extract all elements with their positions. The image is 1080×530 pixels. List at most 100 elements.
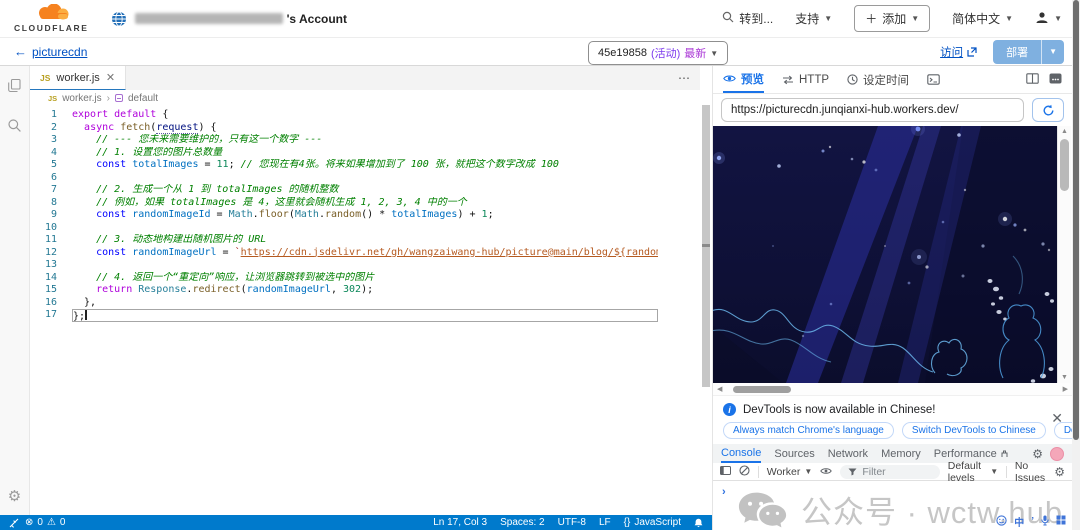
splitter-handle[interactable]: [702, 244, 710, 247]
code-line[interactable]: 4 // 1. 设置您的图片总数量: [30, 147, 700, 160]
scroll-down-icon[interactable]: ▼: [1058, 374, 1071, 381]
tab-preview[interactable]: 预览: [723, 66, 764, 93]
line-content: // 4. 返回一个“重定向”响应，让浏览器跳转到被选中的图片: [72, 272, 658, 285]
account-title: 's Account: [287, 12, 347, 26]
ime-punctuation-icon[interactable]: ’: [1031, 516, 1034, 527]
code-line[interactable]: 9 const randomImageId = Math.floor(Math.…: [30, 209, 700, 222]
switch-chinese-button[interactable]: Switch DevTools to Chinese: [902, 422, 1046, 439]
code-line[interactable]: 2 async fetch(request) {: [30, 122, 700, 135]
console-filter-input[interactable]: Filter: [840, 465, 939, 479]
ime-keyboard-icon[interactable]: [1056, 515, 1066, 528]
cloudflare-cloud-icon: [28, 4, 74, 25]
scroll-right-icon[interactable]: ▶: [1059, 385, 1072, 393]
version-dropdown[interactable]: 45e19858 (活动) 最新 ▼: [588, 41, 728, 65]
cloudflare-logo[interactable]: CLOUDFLARE: [14, 4, 89, 33]
log-levels-selector[interactable]: Default levels▼: [948, 460, 998, 484]
indentation[interactable]: Spaces: 2: [500, 517, 544, 528]
visit-link[interactable]: 访问: [940, 44, 977, 60]
devtools-settings-icon[interactable]: ⚙: [1032, 447, 1043, 461]
clear-console-icon[interactable]: [739, 465, 750, 479]
notifications-bell-icon[interactable]: [694, 518, 703, 528]
code-area[interactable]: 1export default {2 async fetch(request) …: [30, 106, 700, 515]
preview-vertical-scrollbar[interactable]: ▲ ▼: [1057, 126, 1071, 383]
support-menu[interactable]: 支持▼: [795, 10, 832, 27]
back-arrow-icon[interactable]: ←: [14, 44, 27, 59]
editor-breadcrumb[interactable]: JS worker.js › default: [30, 90, 700, 106]
code-line[interactable]: 6: [30, 172, 700, 185]
issues-counter[interactable]: No Issues: [1015, 460, 1046, 484]
window-scrollbar[interactable]: [1072, 0, 1080, 530]
code-line[interactable]: 3 // --- 您未来需要维护的，只有这一个数字 ---: [30, 134, 700, 147]
line-content: [72, 172, 658, 185]
search-icon[interactable]: [7, 118, 22, 138]
tab-console[interactable]: Console: [721, 444, 761, 463]
problems-indicator[interactable]: ⊗0 ⚠0: [25, 517, 65, 528]
preview-url-input[interactable]: [721, 98, 1024, 122]
line-number: 8: [30, 197, 72, 210]
devtools-drawer-icon[interactable]: [1049, 73, 1062, 87]
code-line[interactable]: 16 },: [30, 297, 700, 310]
refresh-icon: [1042, 104, 1055, 117]
remote-connection-icon[interactable]: [9, 518, 19, 528]
vertical-scroll-thumb[interactable]: [1060, 139, 1069, 191]
code-line[interactable]: 8 // 例如，如果 totalImages 是 4，这里就会随机生成 1, 2…: [30, 197, 700, 210]
avatar[interactable]: [1050, 447, 1064, 461]
close-icon[interactable]: ✕: [1051, 410, 1063, 427]
filter-funnel-icon: [848, 468, 857, 476]
scroll-up-icon[interactable]: ▲: [1058, 128, 1071, 135]
ime-emoji-icon[interactable]: [996, 515, 1007, 529]
code-line[interactable]: 12 const randomImageUrl = `https://cdn.j…: [30, 247, 700, 260]
add-button[interactable]: ＋添加▼: [854, 5, 930, 32]
close-icon[interactable]: ✕: [106, 71, 115, 84]
split-view-icon[interactable]: [1026, 73, 1039, 87]
user-menu[interactable]: ▼: [1035, 11, 1062, 27]
panel-splitter[interactable]: [700, 66, 712, 515]
version-latest-badge: 最新: [684, 45, 706, 61]
code-line[interactable]: 11 // 3. 动态地构建出随机图片的 URL: [30, 234, 700, 247]
scroll-left-icon[interactable]: ◀: [713, 385, 726, 393]
goto-search[interactable]: 转到...: [722, 10, 773, 27]
code-line[interactable]: 10: [30, 222, 700, 235]
tab-network[interactable]: Network: [828, 444, 868, 463]
match-language-button[interactable]: Always match Chrome's language: [723, 422, 894, 439]
horizontal-scroll-thumb[interactable]: [733, 386, 791, 393]
tab-schedule[interactable]: 设定时间: [847, 66, 909, 93]
code-line[interactable]: 17};: [30, 309, 700, 322]
code-line[interactable]: 7 // 2. 生成一个从 1 到 totalImages 的随机整数: [30, 184, 700, 197]
tab-worker-js[interactable]: JS worker.js ✕: [30, 66, 126, 90]
tab-sources[interactable]: Sources: [774, 444, 814, 463]
refresh-button[interactable]: [1032, 98, 1064, 122]
tab-http[interactable]: HTTP: [782, 66, 829, 93]
language-menu[interactable]: 简体中文▼: [952, 10, 1013, 27]
preview-image[interactable]: [713, 126, 1057, 383]
window-scrollbar-thumb[interactable]: [1073, 0, 1079, 440]
more-actions-icon[interactable]: ⋯: [668, 66, 700, 90]
line-content: async fetch(request) {: [72, 122, 658, 135]
worker-back-link[interactable]: picturecdn: [32, 45, 87, 59]
tab-memory[interactable]: Memory: [881, 444, 921, 463]
ime-language-icon[interactable]: 中: [1014, 514, 1024, 529]
code-line[interactable]: 15 return Response.redirect(randomImageU…: [30, 284, 700, 297]
ime-mic-icon[interactable]: [1041, 515, 1049, 529]
cursor-position[interactable]: Ln 17, Col 3: [433, 517, 487, 528]
encoding[interactable]: UTF-8: [558, 517, 586, 528]
console-sidebar-icon[interactable]: [720, 466, 731, 478]
chevron-down-icon[interactable]: ▼: [1041, 40, 1064, 64]
tab-terminal[interactable]: [927, 66, 940, 93]
code-line[interactable]: 14 // 4. 返回一个“重定向”响应，让浏览器跳转到被选中的图片: [30, 272, 700, 285]
preview-horizontal-scrollbar[interactable]: ◀ ▶: [713, 383, 1072, 396]
code-line[interactable]: 1export default {: [30, 109, 700, 122]
code-line[interactable]: 5 const totalImages = 11; // 您现在有4张。将来如果…: [30, 159, 700, 172]
javascript-file-icon: JS: [40, 73, 50, 83]
settings-gear-icon[interactable]: ⚙: [8, 487, 21, 505]
deploy-button[interactable]: 部署 ▼: [993, 40, 1064, 64]
console-settings-icon[interactable]: ⚙: [1054, 465, 1065, 479]
eye-icon[interactable]: [820, 466, 832, 478]
line-number: 14: [30, 272, 72, 285]
code-line[interactable]: 13: [30, 259, 700, 272]
context-selector[interactable]: Worker▼: [767, 466, 813, 478]
explorer-icon[interactable]: [7, 78, 22, 98]
eol-sequence[interactable]: LF: [599, 517, 611, 528]
cloudflare-wordmark: CLOUDFLARE: [14, 23, 89, 33]
language-mode[interactable]: {}JavaScript: [624, 517, 681, 528]
